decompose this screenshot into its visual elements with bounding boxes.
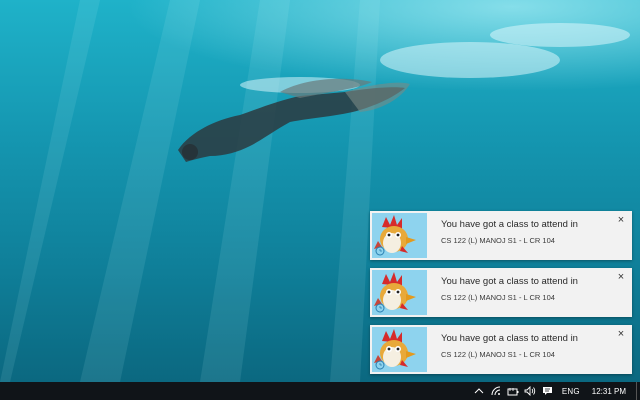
- close-icon[interactable]: ×: [615, 271, 627, 283]
- battery-icon[interactable]: [505, 382, 522, 400]
- notification-card[interactable]: You have got a class to attend in CS 122…: [370, 325, 632, 374]
- system-tray: ENG 12:31 PM: [471, 382, 640, 400]
- taskbar-clock[interactable]: 12:31 PM: [586, 387, 636, 396]
- wifi-icon[interactable]: [488, 382, 505, 400]
- rooster-mascot-icon: [372, 213, 427, 258]
- notification-card[interactable]: You have got a class to attend in CS 122…: [370, 211, 632, 260]
- taskbar: ENG 12:31 PM: [0, 382, 640, 400]
- close-icon[interactable]: ×: [615, 328, 627, 340]
- rooster-mascot-icon: [372, 270, 427, 315]
- notification-card[interactable]: You have got a class to attend in CS 122…: [370, 268, 632, 317]
- notification-title: You have got a class to attend in: [441, 219, 578, 230]
- notification-title: You have got a class to attend in: [441, 333, 578, 344]
- notification-detail: CS 122 (L) MANOJ S1 - L CR 104: [441, 293, 555, 302]
- show-desktop-button[interactable]: [636, 382, 640, 400]
- rooster-mascot-icon: [372, 327, 427, 372]
- notification-stack: You have got a class to attend in CS 122…: [370, 211, 632, 382]
- notification-detail: CS 122 (L) MANOJ S1 - L CR 104: [441, 350, 555, 359]
- close-icon[interactable]: ×: [615, 214, 627, 226]
- language-indicator[interactable]: ENG: [556, 387, 586, 396]
- notification-detail: CS 122 (L) MANOJ S1 - L CR 104: [441, 236, 555, 245]
- action-center-icon[interactable]: [539, 382, 556, 400]
- notification-title: You have got a class to attend in: [441, 276, 578, 287]
- volume-icon[interactable]: [522, 382, 539, 400]
- chevron-up-icon[interactable]: [471, 382, 488, 400]
